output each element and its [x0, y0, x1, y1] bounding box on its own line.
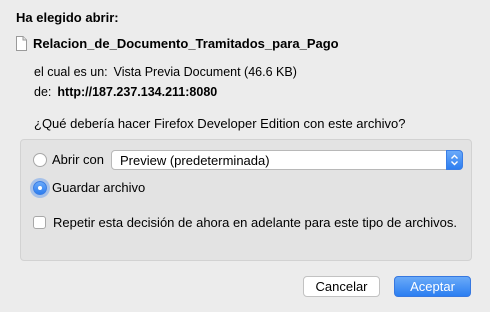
file-source-value: http://187.237.134.211:8080 [57, 85, 218, 99]
open-with-select[interactable]: Preview (predeterminada) [111, 150, 463, 170]
file-type-value: Vista Previa Document (46.6 KB) [113, 65, 297, 79]
document-icon [16, 36, 27, 51]
dialog-heading: Ha elegido abrir: [16, 10, 119, 25]
file-name: Relacion_de_Documento_Tramitados_para_Pa… [33, 36, 339, 51]
file-source-row: de: http://187.237.134.211:8080 [34, 85, 217, 99]
save-file-option[interactable]: Guardar archivo [33, 180, 145, 195]
remember-choice-checkbox[interactable] [33, 216, 46, 229]
open-with-radio[interactable] [33, 152, 47, 167]
file-source-label: de: [34, 85, 52, 99]
open-with-selected-value: Preview (predeterminada) [120, 152, 270, 168]
file-type-row: el cual es un: Vista Previa Document (46.… [34, 65, 297, 79]
accept-button[interactable]: Aceptar [394, 276, 471, 297]
remember-choice-label[interactable]: Repetir esta decisión de ahora en adelan… [53, 215, 457, 230]
updown-chevron-icon[interactable] [446, 150, 463, 170]
remember-choice-option[interactable]: Repetir esta decisión de ahora en adelan… [33, 215, 457, 230]
open-with-option[interactable]: Abrir con [33, 152, 104, 167]
options-group: Abrir con Preview (predeterminada) Guard… [20, 139, 472, 261]
file-row: Relacion_de_Documento_Tramitados_para_Pa… [16, 36, 339, 51]
file-type-label: el cual es un: [34, 65, 108, 79]
open-with-label[interactable]: Abrir con [52, 152, 104, 167]
save-file-radio[interactable] [33, 180, 47, 195]
save-file-label[interactable]: Guardar archivo [52, 180, 145, 195]
cancel-button[interactable]: Cancelar [303, 276, 380, 297]
action-question: ¿Qué debería hacer Firefox Developer Edi… [34, 116, 406, 131]
